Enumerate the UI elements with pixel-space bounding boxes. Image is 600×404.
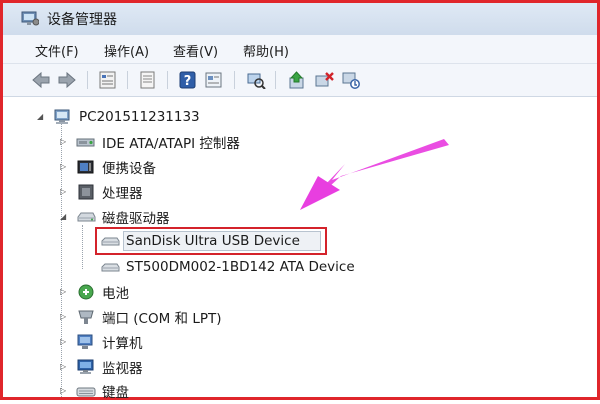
- toolbar-separator: [87, 71, 88, 89]
- tree-item-label: SanDisk Ultra USB Device: [126, 233, 300, 249]
- tree-item-ide-controller[interactable]: ▷ IDE ATA/ATAPI 控制器: [60, 131, 240, 153]
- menu-help[interactable]: 帮助(H): [243, 41, 289, 60]
- battery-icon: [76, 283, 96, 301]
- ide-controller-icon: [76, 133, 96, 151]
- document-icon[interactable]: [138, 71, 158, 89]
- tree-item-label: 便携设备: [102, 161, 156, 177]
- port-icon: [76, 308, 96, 326]
- back-icon[interactable]: [31, 71, 51, 89]
- menu-view[interactable]: 查看(V): [173, 41, 218, 60]
- keyboard-icon: [76, 382, 96, 400]
- tree-item-ports[interactable]: ▷ 端口 (COM 和 LPT): [60, 306, 222, 328]
- window-title: 设备管理器: [47, 12, 117, 28]
- view-icon[interactable]: [204, 71, 224, 89]
- tree-item-monitors[interactable]: ▷ 监视器: [60, 356, 143, 378]
- tree-item-label: IDE ATA/ATAPI 控制器: [102, 136, 240, 152]
- computer-root-icon: [53, 108, 73, 126]
- tree-item-label: 端口 (COM 和 LPT): [102, 311, 222, 327]
- properties-icon[interactable]: [98, 71, 118, 89]
- collapse-arrow-icon[interactable]: ◢: [60, 212, 70, 222]
- tree-item-portable-devices[interactable]: ▷ 便携设备: [60, 156, 156, 178]
- tree-item-sandisk-usb[interactable]: SanDisk Ultra USB Device: [100, 230, 300, 252]
- tree-item-label: 处理器: [102, 186, 143, 202]
- usb-drive-icon: [100, 232, 120, 250]
- tree-connector: [82, 225, 83, 269]
- tree-item-label: 监视器: [102, 361, 143, 377]
- tree-item-batteries[interactable]: ▷ 电池: [60, 281, 129, 303]
- update-driver-icon[interactable]: [287, 71, 307, 89]
- tree-item-label: 电池: [102, 286, 129, 302]
- expand-arrow-icon[interactable]: ▷: [60, 386, 70, 396]
- tree-root-label: PC201511231133: [79, 109, 200, 125]
- tree-item-label: 键盘: [102, 385, 129, 401]
- device-manager-icon: [21, 10, 40, 26]
- tree-item-processors[interactable]: ▷ 处理器: [60, 181, 143, 203]
- expand-arrow-icon[interactable]: ▷: [60, 287, 70, 297]
- menu-file[interactable]: 文件(F): [35, 41, 79, 60]
- tree-item-keyboards[interactable]: ▷ 键盘: [60, 380, 129, 402]
- hard-drive-icon: [100, 258, 120, 276]
- monitor-icon: [76, 358, 96, 376]
- disk-drive-icon: [76, 208, 96, 226]
- toolbar-separator: [167, 71, 168, 89]
- expand-arrow-icon[interactable]: ▷: [60, 162, 70, 172]
- tree-item-disk-drives[interactable]: ◢ 磁盘驱动器: [60, 206, 170, 228]
- expand-arrow-icon[interactable]: ▷: [60, 362, 70, 372]
- expand-arrow-icon[interactable]: ▷: [60, 137, 70, 147]
- processor-icon: [76, 183, 96, 201]
- toolbar: ?: [3, 64, 597, 97]
- menu-action[interactable]: 操作(A): [104, 41, 149, 60]
- toolbar-separator: [234, 71, 235, 89]
- tree-item-label: 计算机: [102, 336, 143, 352]
- menu-bar: 文件(F) 操作(A) 查看(V) 帮助(H): [3, 35, 597, 64]
- scan-hardware-icon[interactable]: [246, 71, 266, 89]
- tree-item-label: 磁盘驱动器: [102, 211, 170, 227]
- portable-device-icon: [76, 158, 96, 176]
- toolbar-separator: [275, 71, 276, 89]
- tree-item-label: ST500DM002-1BD142 ATA Device: [126, 259, 355, 275]
- tree-item-seagate-hdd[interactable]: ST500DM002-1BD142 ATA Device: [100, 256, 355, 278]
- svg-text:?: ?: [184, 74, 192, 89]
- computer-icon: [76, 333, 96, 351]
- tree-item-computer[interactable]: ▷ 计算机: [60, 331, 143, 353]
- expand-arrow-icon[interactable]: ▷: [60, 312, 70, 322]
- toolbar-separator: [127, 71, 128, 89]
- expand-arrow-icon[interactable]: ▷: [60, 187, 70, 197]
- title-bar: 设备管理器: [3, 3, 597, 35]
- collapse-arrow-icon[interactable]: ◢: [37, 112, 47, 122]
- forward-icon[interactable]: [57, 71, 77, 89]
- expand-arrow-icon[interactable]: ▷: [60, 337, 70, 347]
- tree-root[interactable]: ◢ PC201511231133: [37, 106, 200, 128]
- help-icon[interactable]: ?: [178, 71, 198, 89]
- uninstall-icon[interactable]: [314, 71, 334, 89]
- disable-icon[interactable]: [341, 71, 361, 89]
